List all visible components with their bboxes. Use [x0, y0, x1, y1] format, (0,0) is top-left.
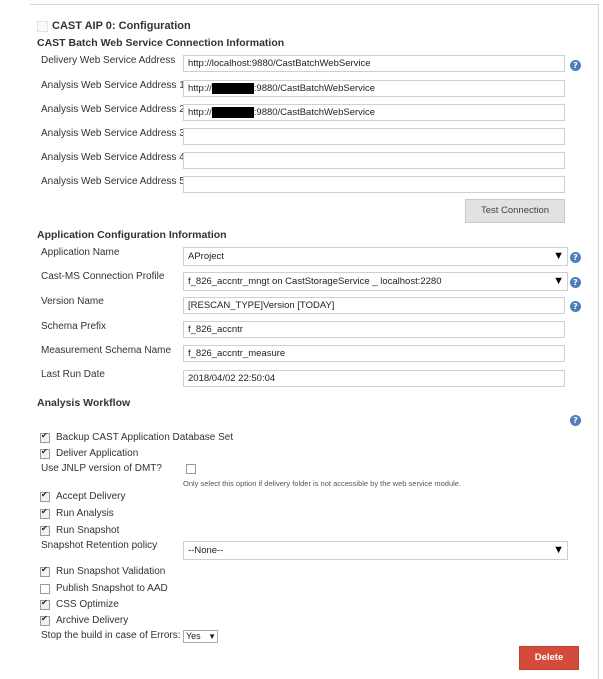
batch-heading: CAST Batch Web Service Connection Inform…	[37, 37, 285, 49]
jnlp-note: Only select this option if delivery fold…	[183, 479, 462, 488]
css-optimize-checkbox[interactable]	[40, 598, 50, 610]
stop-build-select[interactable]: Yes ▼	[183, 630, 218, 643]
help-icon[interactable]: ?	[570, 60, 581, 71]
application-name-label: Application Name	[41, 247, 120, 258]
delivery-ws-input[interactable]: http://localhost:9880/CastBatchWebServic…	[183, 55, 565, 72]
triangle-down-icon: ▼	[553, 275, 564, 287]
jnlp-checkbox[interactable]	[186, 464, 196, 474]
redaction-block	[211, 82, 254, 94]
analysis-ws-2-prefix: http://	[188, 107, 212, 118]
schema-prefix-input[interactable]: f_826_accntr	[183, 321, 565, 338]
analysis-ws-4-input[interactable]	[183, 152, 565, 169]
workflow-heading: Analysis Workflow	[37, 397, 131, 409]
deliver-label: Deliver Application	[56, 448, 139, 459]
help-icon[interactable]: ?	[570, 252, 581, 263]
snapshot-validation-label: Run Snapshot Validation	[56, 566, 166, 577]
analysis-ws-2-input[interactable]: http:// :9880/CastBatchWebService	[183, 104, 565, 121]
last-run-date-input[interactable]: 2018/04/02 22:50:04	[183, 370, 565, 387]
top-divider	[30, 4, 599, 5]
measurement-schema-label: Measurement Schema Name	[41, 345, 172, 356]
run-snapshot-checkbox[interactable]	[40, 524, 50, 536]
schema-prefix-label: Schema Prefix	[41, 321, 107, 332]
accept-delivery-checkbox[interactable]	[40, 490, 50, 502]
redaction-block	[211, 106, 254, 118]
accept-delivery-label: Accept Delivery	[56, 491, 126, 502]
retention-label: Snapshot Retention policy	[41, 540, 158, 551]
archive-delivery-checkbox[interactable]	[40, 614, 50, 626]
application-name-select[interactable]: AProject ▼	[183, 247, 568, 266]
deliver-checkbox[interactable]	[40, 447, 50, 459]
triangle-down-icon: ▼	[208, 632, 216, 641]
right-divider	[598, 4, 599, 679]
app-config-heading: Application Configuration Information	[37, 229, 227, 241]
help-icon[interactable]: ?	[570, 415, 581, 426]
css-optimize-label: CSS Optimize	[56, 599, 119, 610]
jnlp-label: Use JNLP version of DMT?	[41, 463, 162, 474]
last-run-date-label: Last Run Date	[41, 369, 105, 380]
analysis-ws-2-suffix: :9880/CastBatchWebService	[253, 107, 376, 118]
analysis-ws-2-label: Analysis Web Service Address 2	[41, 104, 185, 115]
run-snapshot-label: Run Snapshot	[56, 525, 120, 536]
analysis-ws-4-label: Analysis Web Service Address 4	[41, 152, 185, 163]
analysis-ws-3-input[interactable]	[183, 128, 565, 145]
cast-ms-profile-select[interactable]: f_826_accntr_mngt on CastStorageService …	[183, 272, 568, 291]
stop-build-label: Stop the build in case of Errors:	[41, 630, 181, 641]
run-analysis-checkbox[interactable]	[40, 507, 50, 519]
retention-value: --None--	[188, 545, 224, 556]
test-connection-button[interactable]: Test Connection	[465, 199, 565, 223]
analysis-ws-5-input[interactable]	[183, 176, 565, 193]
analysis-ws-1-label: Analysis Web Service Address 1	[41, 80, 185, 91]
analysis-ws-5-label: Analysis Web Service Address 5	[41, 176, 185, 187]
analysis-ws-1-input[interactable]: http:// :9880/CastBatchWebService	[183, 80, 565, 97]
help-icon[interactable]: ?	[570, 277, 581, 288]
snapshot-validation-checkbox[interactable]	[40, 565, 50, 577]
section-title: CAST AIP 0: Configuration	[52, 20, 191, 32]
application-name-value: AProject	[188, 251, 224, 262]
triangle-down-icon: ▼	[553, 250, 564, 262]
triangle-down-icon: ▼	[553, 544, 564, 556]
publish-aad-checkbox[interactable]	[40, 584, 50, 594]
run-analysis-label: Run Analysis	[56, 508, 114, 519]
analysis-ws-1-suffix: :9880/CastBatchWebService	[253, 83, 376, 94]
delete-button[interactable]: Delete	[519, 646, 579, 670]
version-name-input[interactable]: [RESCAN_TYPE]Version [TODAY]	[183, 297, 565, 314]
retention-select[interactable]: --None-- ▼	[183, 541, 568, 560]
section-drag-handle[interactable]	[37, 21, 48, 32]
help-icon[interactable]: ?	[570, 301, 581, 312]
cast-ms-profile-label: Cast-MS Connection Profile	[41, 271, 165, 282]
analysis-ws-3-label: Analysis Web Service Address 3	[41, 128, 185, 139]
stop-build-value: Yes	[186, 631, 201, 641]
archive-delivery-label: Archive Delivery	[56, 615, 129, 626]
analysis-ws-1-prefix: http://	[188, 83, 212, 94]
delivery-ws-label: Delivery Web Service Address	[41, 55, 176, 66]
version-name-label: Version Name	[41, 296, 104, 307]
measurement-schema-input[interactable]: f_826_accntr_measure	[183, 345, 565, 362]
cast-ms-profile-value: f_826_accntr_mngt on CastStorageService …	[188, 276, 442, 287]
backup-checkbox[interactable]	[40, 431, 50, 443]
backup-label: Backup CAST Application Database Set	[56, 432, 234, 443]
publish-aad-label: Publish Snapshot to AAD	[56, 583, 168, 594]
